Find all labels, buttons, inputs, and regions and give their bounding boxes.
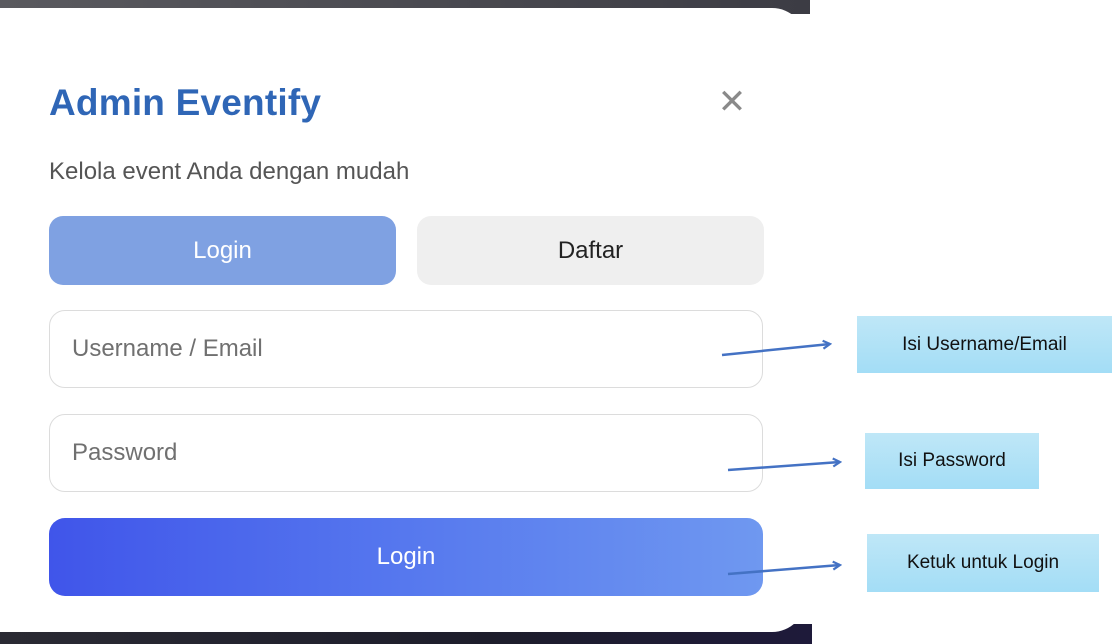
tab-login[interactable]: Login: [49, 216, 396, 285]
username-email-input[interactable]: [49, 310, 763, 388]
callout-login: Ketuk untuk Login: [867, 534, 1099, 592]
close-icon: ✕: [717, 83, 747, 121]
callout-username: Isi Username/Email: [857, 316, 1112, 373]
callout-password: Isi Password: [865, 433, 1039, 489]
login-submit-button[interactable]: Login: [49, 518, 763, 596]
screenshot-stage: Admin Eventify ✕ Kelola event Anda denga…: [0, 0, 1112, 644]
tab-daftar[interactable]: Daftar: [417, 216, 764, 285]
modal-title: Admin Eventify: [49, 82, 322, 123]
modal-subtitle: Kelola event Anda dengan mudah: [49, 158, 410, 185]
password-input[interactable]: [49, 414, 763, 492]
close-button[interactable]: ✕: [712, 82, 752, 122]
